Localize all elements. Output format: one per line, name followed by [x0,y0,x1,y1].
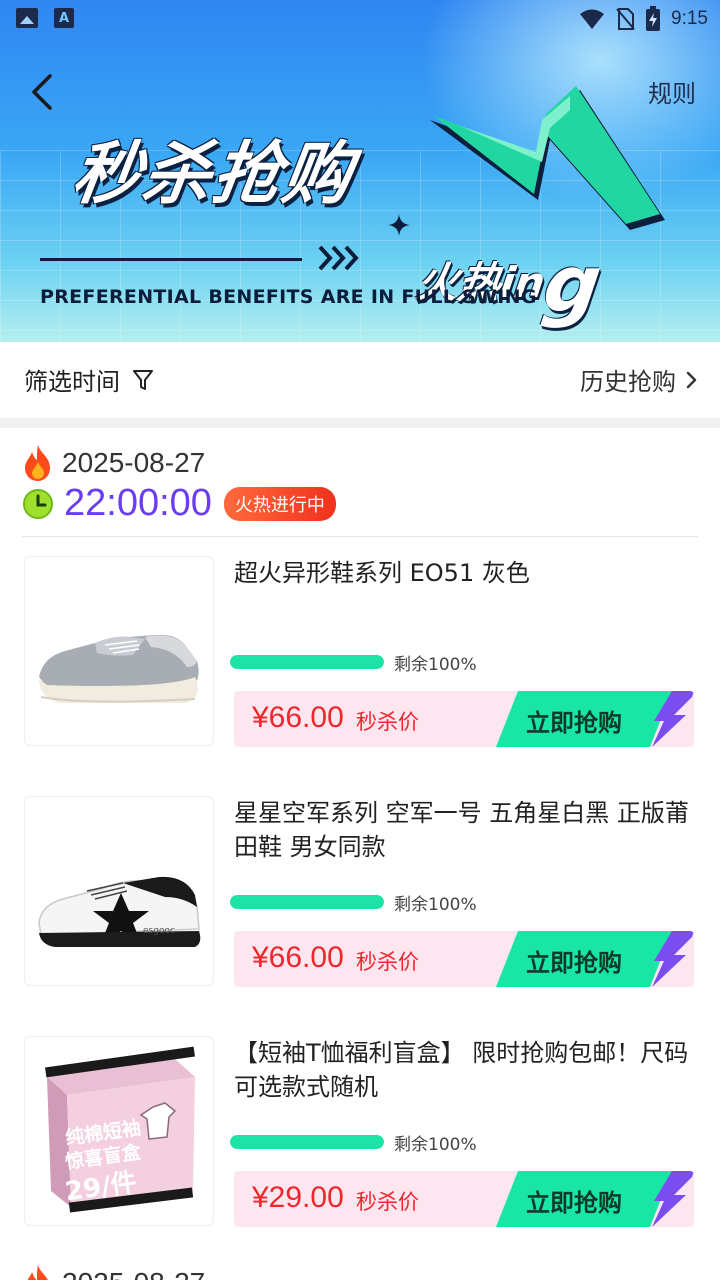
price-bar: ¥66.00 秒杀价 立即抢购 [234,931,694,987]
session-date-row: 2025-08-27 [22,444,205,482]
triple-chevron-icon [318,245,359,271]
stock-remaining-text: 剩余100% [394,655,477,675]
chevron-right-icon [686,371,697,388]
chevron-left-icon [32,74,52,110]
product-title: 超火异形鞋系列 EO51 灰色 [234,559,530,587]
buy-now-label: 立即抢购 [526,709,622,737]
wifi-icon [580,9,605,29]
buy-now-label: 立即抢购 [526,949,622,977]
svg-text:esgooc: esgooc [143,926,175,936]
seckill-price: ¥66.00 [252,941,344,974]
no-sim-icon [616,8,635,30]
fire-icon [27,1265,48,1280]
section-divider [0,418,720,428]
stock-remaining-text: 剩余100% [394,1135,477,1155]
status-badge: 火热进行中 [223,486,336,521]
funnel-icon [133,369,153,390]
stock-remaining-text: 剩余100% [394,895,477,915]
gallery-notification-icon [16,8,38,28]
buy-now-button[interactable]: 立即抢购 [496,1171,694,1227]
battery-charging-icon [646,6,661,31]
sparkle-icon [388,214,410,236]
stock-progress-fill [230,895,384,909]
filter-time-label: 筛选时间 [24,368,120,396]
product-card[interactable]: esgooc 星星空军系列 空军一号 五角星白黑 正版莆田鞋 男女同款 剩余10… [0,796,720,988]
product-card[interactable]: 超火异形鞋系列 EO51 灰色 剩余100% ¥66.00 秒杀价 立即抢购 [0,556,720,748]
back-button[interactable] [26,70,66,114]
buy-now-button[interactable]: 立即抢购 [496,931,694,987]
seckill-price: ¥29.00 [252,1181,344,1214]
session-date: 2025-08-27 [62,447,206,478]
price-bar: ¥66.00 秒杀价 立即抢购 [234,691,694,747]
buy-now-label: 立即抢购 [526,1189,622,1217]
banner-headline: 秒杀抢购 [67,135,359,214]
clock-icon [23,488,53,519]
seckill-price-tag: 秒杀价 [356,710,419,734]
session-divider [22,536,698,537]
stock-progress-bar [230,655,384,669]
banner-english-slogan: PREFERENTIAL BENEFITS ARE IN FULL SWING [40,286,537,308]
product-image-gray-sneaker [24,556,214,746]
seckill-price-tag: 秒杀价 [356,1190,419,1214]
seckill-session: 2025-08-27 22:00:00 火热进行中 超火异形鞋系列 EO51 灰… [0,428,720,1280]
product-title: 【短袖T恤福利盲盒】 限时抢购包邮！尺码可选款式随机 [234,1039,689,1101]
stock-progress-bar [230,895,384,909]
stock-progress-fill [230,655,384,669]
history-seckill-link[interactable]: 历史抢购 [580,362,698,397]
buy-now-button[interactable]: 立即抢购 [496,691,694,747]
stock-progress-bar [230,1135,384,1149]
app-notification-icon: A [54,8,74,28]
price-bar: ¥29.00 秒杀价 立即抢购 [234,1171,694,1227]
seckill-banner: A 9:15 规则 秒杀抢购 火热ing PREFERENTIAL BENEFI… [0,0,720,342]
fire-icon [25,445,50,481]
status-bar: A 9:15 [0,0,720,40]
clock: 9:15 [671,8,708,29]
filter-time-button[interactable]: 筛选时间 [24,362,154,397]
session-date-row: 2025-08-27 [22,1264,205,1280]
stock-progress-fill [230,1135,384,1149]
seckill-price-tag: 秒杀价 [356,950,419,974]
seckill-price: ¥66.00 [252,701,344,734]
session-time: 22:00:00 [64,482,212,524]
product-image-blind-box: 纯棉短袖 惊喜盲盒 29/件 [24,1036,214,1226]
session-time-row: 22:00:00 火热进行中 [22,482,336,525]
history-label: 历史抢购 [580,368,676,396]
product-image-star-sneaker: esgooc [24,796,214,986]
product-title: 星星空军系列 空军一号 五角星白黑 正版莆田鞋 男女同款 [234,799,689,861]
banner-rule-line [40,258,302,261]
filter-bar: 筛选时间 历史抢购 [0,342,720,418]
session-date: 2025-08-27 [62,1267,205,1280]
product-card[interactable]: 纯棉短袖 惊喜盲盒 29/件 【短袖T恤福利盲盒】 限时抢购包邮！尺码可选款式随… [0,1036,720,1228]
